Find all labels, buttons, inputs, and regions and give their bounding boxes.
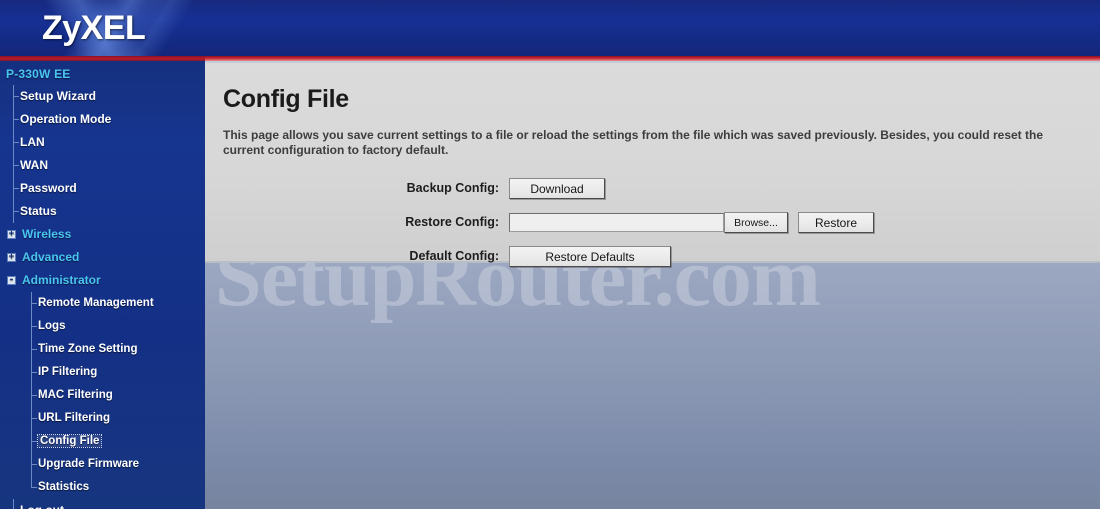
sidebar-item-label: IP Filtering xyxy=(38,366,98,378)
router-admin-page: ZyXEL P-330W EE Setup Wizard Operation M… xyxy=(0,0,1100,509)
sidebar-item-label: Statistics xyxy=(38,481,90,493)
config-file-panel: Config File This page allows you save cu… xyxy=(205,63,1100,267)
sidebar-item-url-filtering[interactable]: URL Filtering xyxy=(18,407,205,430)
sidebar-group-label: Administrator xyxy=(22,273,101,287)
sidebar-item-logs[interactable]: Logs xyxy=(18,315,205,338)
restore-config-row: Restore Config: Browse... Restore xyxy=(219,208,1086,236)
sidebar-group-label: Wireless xyxy=(22,227,72,241)
tree-elbow-icon xyxy=(31,361,38,384)
tree-elbow-icon xyxy=(13,499,20,509)
tree-elbow-icon xyxy=(13,177,20,200)
tree-elbow-icon xyxy=(31,407,38,430)
sidebar-item-operation-mode[interactable]: Operation Mode xyxy=(0,108,205,131)
zyxel-logo-text: ZyXEL xyxy=(42,9,146,47)
tree-elbow-icon xyxy=(13,154,20,177)
sidebar-item-label: Time Zone Setting xyxy=(38,343,138,355)
sidebar-item-statistics[interactable]: Statistics xyxy=(18,476,205,499)
sidebar-group-advanced[interactable]: + Advanced xyxy=(0,246,205,269)
tree-elbow-icon xyxy=(13,131,20,154)
page-header: ZyXEL xyxy=(0,0,1100,56)
tree-elbow-icon xyxy=(31,453,38,476)
restore-config-input[interactable] xyxy=(509,212,724,232)
sidebar-item-label: Status xyxy=(20,204,57,218)
sidebar-item-label: Remote Management xyxy=(38,297,154,309)
sidebar-item-label: LAN xyxy=(20,135,45,149)
page-description: This page allows you save current settin… xyxy=(223,128,1044,157)
tree-elbow-icon xyxy=(13,85,20,108)
sidebar-item-label: MAC Filtering xyxy=(38,389,113,401)
download-button[interactable]: Download xyxy=(509,177,605,199)
sidebar-item-label: Log out xyxy=(20,503,64,509)
main-content: SetupRouter.com Config File This page al… xyxy=(205,61,1100,509)
sidebar-group-administrator[interactable]: - Administrator xyxy=(0,269,205,292)
tree-elbow-icon xyxy=(13,108,20,131)
sidebar-item-label: Setup Wizard xyxy=(20,89,96,103)
sidebar-item-status[interactable]: Status xyxy=(0,200,205,223)
collapse-minus-icon[interactable]: - xyxy=(7,276,16,285)
sidebar-item-lan[interactable]: LAN xyxy=(0,131,205,154)
tree-elbow-icon xyxy=(13,200,20,223)
sidebar-group-wireless[interactable]: + Wireless xyxy=(0,223,205,246)
restore-config-label: Restore Config: xyxy=(405,215,499,229)
backup-config-label: Backup Config: xyxy=(406,181,499,195)
tree-elbow-icon xyxy=(31,384,38,407)
sidebar-group-label: Advanced xyxy=(22,250,80,264)
tree-elbow-icon xyxy=(31,292,38,315)
sidebar-item-wan[interactable]: WAN xyxy=(0,154,205,177)
sidebar-item-log-out[interactable]: Log out xyxy=(0,499,205,509)
tree-elbow-icon xyxy=(31,430,38,453)
expand-plus-icon[interactable]: + xyxy=(7,230,16,239)
default-config-row: Default Config: Restore Defaults xyxy=(219,242,1086,270)
sidebar-item-config-file[interactable]: Config File xyxy=(18,430,205,453)
sidebar-subnav-administrator: Remote Management Logs Time Zone Setting… xyxy=(18,292,205,499)
sidebar-nav: Setup Wizard Operation Mode LAN WAN Pass… xyxy=(0,85,205,509)
sidebar-item-label: Logs xyxy=(38,320,66,332)
default-config-label: Default Config: xyxy=(409,249,499,263)
config-file-form: Backup Config: Download Restore Config: … xyxy=(219,174,1086,270)
device-model-label: P-330W EE xyxy=(6,67,71,81)
tree-elbow-icon xyxy=(31,476,38,499)
restore-file-field: Browse... Restore xyxy=(509,211,874,233)
sidebar-item-remote-management[interactable]: Remote Management xyxy=(18,292,205,315)
sidebar-item-label: Password xyxy=(20,181,77,195)
zyxel-logo: ZyXEL xyxy=(42,9,146,48)
tree-elbow-icon xyxy=(31,315,38,338)
sidebar-item-password[interactable]: Password xyxy=(0,177,205,200)
sidebar-item-ip-filtering[interactable]: IP Filtering xyxy=(18,361,205,384)
expand-plus-icon[interactable]: + xyxy=(7,253,16,262)
sidebar: P-330W EE Setup Wizard Operation Mode LA… xyxy=(0,61,205,509)
sidebar-item-setup-wizard[interactable]: Setup Wizard xyxy=(0,85,205,108)
sidebar-item-label: Config File xyxy=(36,434,103,448)
sidebar-item-label: URL Filtering xyxy=(38,412,110,424)
browse-button[interactable]: Browse... xyxy=(724,211,788,233)
sidebar-item-label: Upgrade Firmware xyxy=(38,458,139,470)
sidebar-item-label: WAN xyxy=(20,158,48,172)
sidebar-item-time-zone-setting[interactable]: Time Zone Setting xyxy=(18,338,205,361)
sidebar-item-upgrade-firmware[interactable]: Upgrade Firmware xyxy=(18,453,205,476)
backup-config-row: Backup Config: Download xyxy=(219,174,1086,202)
page-title: Config File xyxy=(223,85,349,113)
restore-defaults-button[interactable]: Restore Defaults xyxy=(509,245,671,267)
sidebar-item-label: Operation Mode xyxy=(20,112,112,126)
restore-button[interactable]: Restore xyxy=(798,211,874,233)
sidebar-item-mac-filtering[interactable]: MAC Filtering xyxy=(18,384,205,407)
tree-elbow-icon xyxy=(31,338,38,361)
